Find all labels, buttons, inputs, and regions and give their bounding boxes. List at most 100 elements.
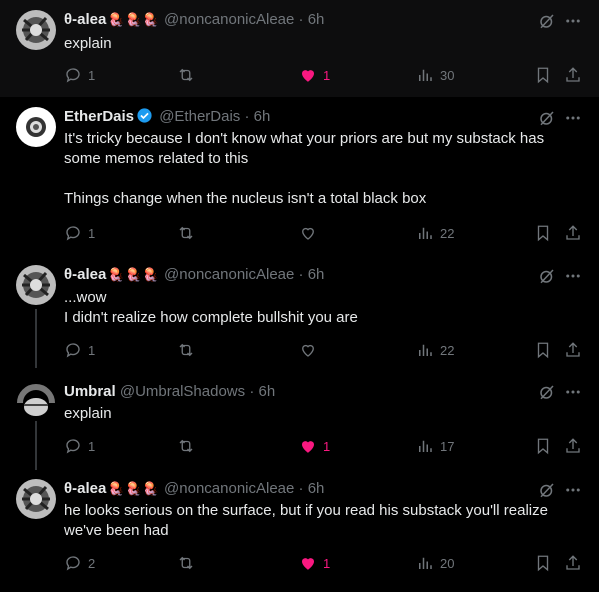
- views-button[interactable]: 30: [416, 65, 454, 85]
- views-button[interactable]: 20: [416, 553, 454, 573]
- bookmark-button[interactable]: [534, 223, 552, 243]
- view-count: 22: [440, 225, 455, 241]
- author-handle[interactable]: @EtherDais: [159, 108, 240, 125]
- avatar[interactable]: [16, 107, 56, 147]
- reply-icon: [66, 556, 80, 571]
- like-button[interactable]: 1: [299, 553, 330, 573]
- view-count: 20: [440, 555, 455, 571]
- reply-icon: [66, 226, 80, 241]
- grok-icon[interactable]: [538, 12, 556, 30]
- like-button[interactable]: [299, 223, 323, 243]
- separator-dot: ·: [244, 108, 250, 125]
- tweet[interactable]: θ-alea 🪼🪼🪼 @noncanonicAleae · 6h he looks…: [0, 470, 599, 592]
- author-name[interactable]: θ-alea: [64, 480, 106, 497]
- bookmark-icon: [537, 67, 549, 84]
- tweet-header: θ-alea 🪼🪼🪼 @noncanonicAleae · 6h: [64, 265, 324, 285]
- views-button[interactable]: 22: [416, 340, 454, 360]
- tweet-line: I didn't realize how complete bullshit y…: [64, 309, 358, 326]
- retweet-button[interactable]: [177, 553, 195, 573]
- reply-button[interactable]: 1: [64, 223, 95, 243]
- author-emoji: 🪼🪼🪼: [108, 267, 160, 282]
- retweet-icon: [179, 343, 193, 357]
- grok-icon[interactable]: [538, 267, 556, 285]
- share-icon: [566, 438, 580, 453]
- bookmark-button[interactable]: [534, 553, 552, 573]
- like-button[interactable]: 1: [299, 436, 330, 456]
- tweet[interactable]: θ-alea 🪼🪼🪼 @noncanonicAleae · 6h ...wow I…: [0, 256, 599, 368]
- action-bar: 1 22: [64, 340, 584, 360]
- author-name[interactable]: θ-alea: [64, 266, 106, 283]
- retweet-button[interactable]: [177, 436, 195, 456]
- reply-icon: [66, 68, 80, 83]
- reply-count: 1: [88, 342, 96, 358]
- author-handle[interactable]: @noncanonicAleae: [164, 266, 294, 283]
- more-options-icon[interactable]: [564, 481, 582, 499]
- separator-dot: ·: [298, 266, 304, 283]
- analytics-icon: [419, 227, 432, 239]
- reply-button[interactable]: 2: [64, 553, 95, 573]
- analytics-icon: [419, 557, 432, 569]
- like-button[interactable]: [299, 340, 323, 360]
- retweet-button[interactable]: [177, 223, 195, 243]
- tweet-text: ...wow I didn't realize how complete bul…: [64, 288, 574, 328]
- grok-icon[interactable]: [538, 383, 556, 401]
- reply-button[interactable]: 1: [64, 65, 95, 85]
- share-icon: [566, 225, 580, 240]
- separator-dot: ·: [298, 480, 304, 497]
- bookmark-icon: [537, 438, 549, 455]
- more-options-icon[interactable]: [564, 109, 582, 127]
- reply-icon: [66, 343, 80, 358]
- retweet-button[interactable]: [177, 340, 195, 360]
- like-button[interactable]: 1: [299, 65, 330, 85]
- bookmark-icon: [537, 342, 549, 359]
- timestamp[interactable]: 6h: [308, 266, 325, 283]
- avatar[interactable]: [16, 479, 56, 519]
- tweet[interactable]: Umbral @UmbralShadows · 6h explain 1 1 1…: [0, 368, 599, 470]
- timestamp[interactable]: 6h: [308, 480, 325, 497]
- share-button[interactable]: [564, 223, 582, 243]
- author-emoji: 🪼🪼🪼: [108, 481, 160, 496]
- author-handle[interactable]: @noncanonicAleae: [164, 11, 294, 28]
- views-button[interactable]: 17: [416, 436, 454, 456]
- retweet-icon: [179, 226, 193, 240]
- avatar[interactable]: [16, 381, 56, 421]
- reply-button[interactable]: 1: [64, 340, 95, 360]
- bookmark-button[interactable]: [534, 65, 552, 85]
- views-button[interactable]: 22: [416, 223, 454, 243]
- heart-filled-icon: [302, 558, 314, 570]
- share-button[interactable]: [564, 436, 582, 456]
- separator-dot: ·: [249, 383, 255, 400]
- share-icon: [566, 555, 580, 570]
- author-handle[interactable]: @noncanonicAleae: [164, 480, 294, 497]
- view-count: 17: [440, 438, 455, 454]
- timestamp[interactable]: 6h: [258, 383, 275, 400]
- share-button[interactable]: [564, 553, 582, 573]
- tweet-line: Things change when the nucleus isn't a t…: [64, 190, 427, 207]
- reply-count: 2: [88, 555, 96, 571]
- timestamp[interactable]: 6h: [308, 11, 325, 28]
- more-options-icon[interactable]: [564, 383, 582, 401]
- reply-button[interactable]: 1: [64, 436, 95, 456]
- author-handle[interactable]: @UmbralShadows: [120, 383, 245, 400]
- author-name[interactable]: θ-alea: [64, 11, 106, 28]
- verified-badge-icon: [137, 108, 152, 123]
- more-options-icon[interactable]: [564, 267, 582, 285]
- tweet[interactable]: EtherDais @EtherDais · 6h It's tricky be…: [0, 97, 599, 256]
- tweet-line: we've been had: [64, 522, 169, 539]
- share-button[interactable]: [564, 340, 582, 360]
- share-button[interactable]: [564, 65, 582, 85]
- grok-icon[interactable]: [538, 109, 556, 127]
- author-name[interactable]: Umbral: [64, 383, 116, 400]
- retweet-button[interactable]: [177, 65, 195, 85]
- timestamp[interactable]: 6h: [254, 108, 271, 125]
- tweet[interactable]: θ-alea 🪼🪼🪼 @noncanonicAleae · 6h explain …: [0, 0, 599, 97]
- bookmark-button[interactable]: [534, 340, 552, 360]
- grok-icon[interactable]: [538, 481, 556, 499]
- more-options-icon[interactable]: [564, 12, 582, 30]
- avatar[interactable]: [16, 10, 56, 50]
- action-bar: 2 1 20: [64, 553, 584, 573]
- bookmark-button[interactable]: [534, 436, 552, 456]
- avatar[interactable]: [16, 265, 56, 305]
- author-name[interactable]: EtherDais: [64, 108, 134, 125]
- analytics-icon: [419, 344, 432, 356]
